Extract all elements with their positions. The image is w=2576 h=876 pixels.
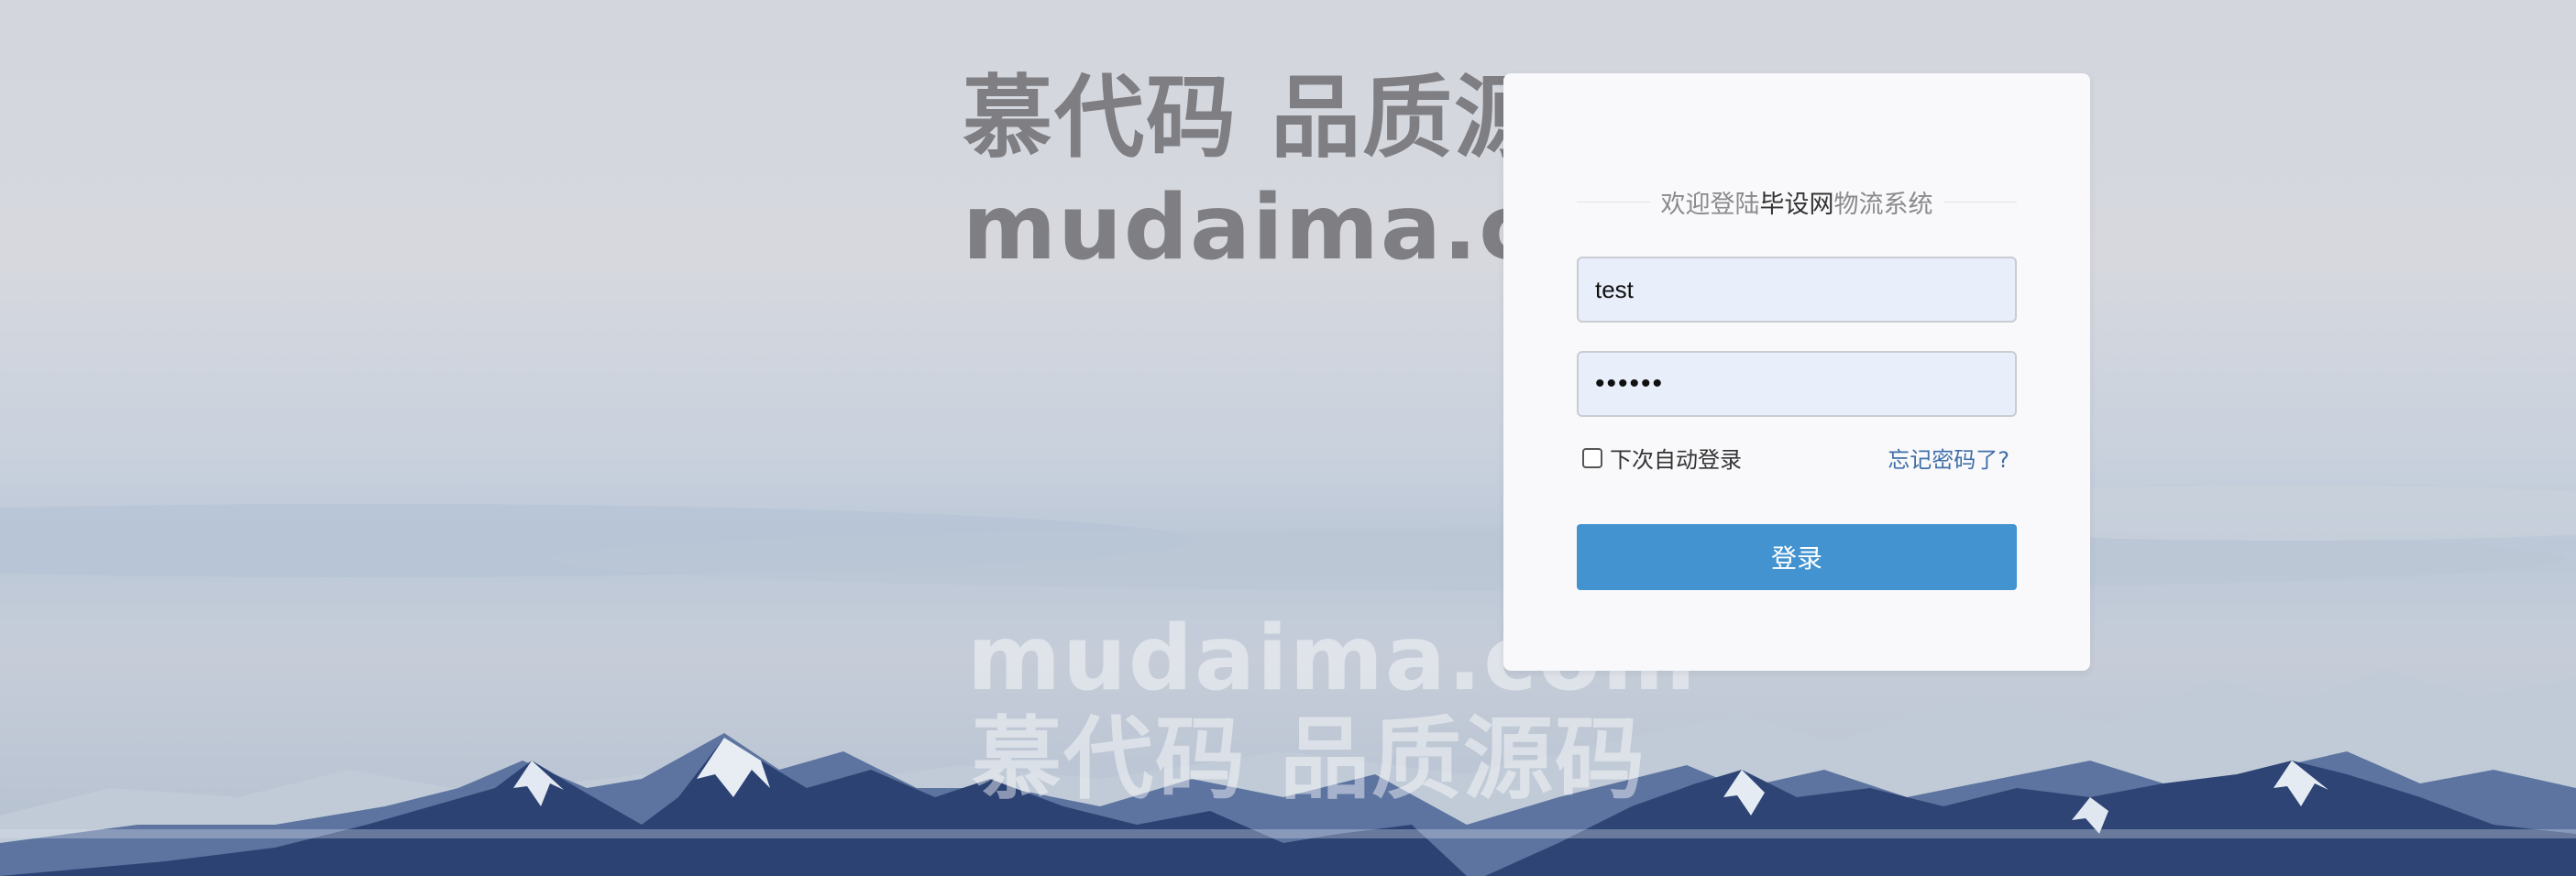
title-suffix: 物流系统 [1833,190,1933,219]
title-divider-left [1577,201,1650,203]
title-prefix: 欢迎登陆 [1660,190,1760,219]
login-button[interactable]: 登录 [1577,524,2017,590]
forgot-password-link[interactable]: 忘记密码了? [1888,442,2009,474]
username-value: test [1595,275,1634,303]
password-input[interactable]: •••••• [1577,351,2017,417]
title-highlight: 毕设网 [1759,190,1834,219]
remember-me[interactable]: 下次自动登录 [1582,442,1742,474]
password-value: •••••• [1595,368,1665,399]
remember-checkbox[interactable] [1582,447,1602,468]
remember-label: 下次自动登录 [1610,447,1742,473]
login-title: 欢迎登陆毕设网物流系统 [1577,183,2017,220]
username-input[interactable]: test [1577,257,2017,323]
watermark-bottom-chinese: 慕代码 品质源码 [972,707,1647,812]
title-divider-right [1943,201,2017,203]
login-card: 欢迎登陆毕设网物流系统 test •••••• 下次自动登录 忘记密码了? 登录 [1503,73,2090,671]
login-title-text: 欢迎登陆毕设网物流系统 [1650,184,1944,220]
